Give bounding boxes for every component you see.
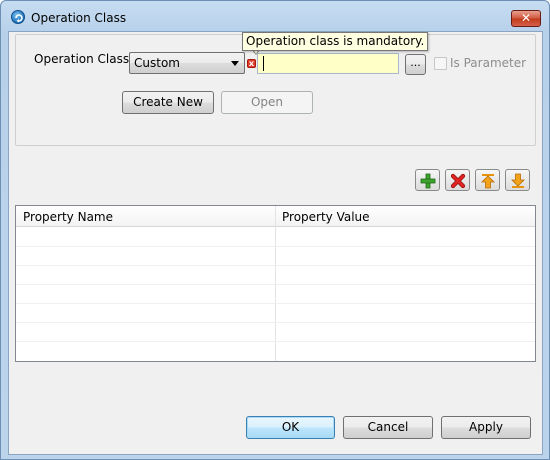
create-new-button[interactable]: Create New <box>122 91 214 114</box>
apply-button[interactable]: Apply <box>441 416 531 439</box>
error-icon: x <box>247 59 256 68</box>
chevron-down-icon <box>231 61 239 66</box>
operation-class-input[interactable] <box>257 53 399 74</box>
move-up-icon <box>481 174 495 189</box>
window-title: Operation Class <box>31 11 127 25</box>
operation-class-label: Operation Class <box>34 52 130 66</box>
column-header-property-name[interactable]: Property Name <box>23 210 113 224</box>
is-parameter-checkbox[interactable] <box>434 57 447 70</box>
title-bar[interactable]: Operation Class ✕ <box>1 1 549 31</box>
move-down-button[interactable] <box>505 169 530 191</box>
table-row <box>16 322 535 323</box>
delete-property-button[interactable] <box>445 169 470 191</box>
table-row <box>16 341 535 342</box>
table-row <box>16 265 535 266</box>
add-property-button[interactable] <box>415 169 440 191</box>
dialog-body: Operation Class Custom x ... Is Paramete… <box>8 31 543 455</box>
properties-table[interactable]: Property Name Property Value <box>15 205 536 362</box>
add-icon <box>420 173 436 189</box>
column-header-property-value[interactable]: Property Value <box>282 210 370 224</box>
cancel-button[interactable]: Cancel <box>343 416 433 439</box>
class-type-select[interactable]: Custom <box>129 52 245 74</box>
class-type-value: Custom <box>134 56 180 70</box>
table-row <box>16 303 535 304</box>
validation-tooltip: Operation class is mandatory. <box>242 32 429 51</box>
ok-button[interactable]: OK <box>246 416 335 439</box>
operation-class-group: Operation Class Custom x ... Is Paramete… <box>15 32 536 146</box>
dialog-window: Operation Class ✕ Operation Class Custom… <box>0 0 550 460</box>
close-button[interactable]: ✕ <box>511 10 541 27</box>
browse-button[interactable]: ... <box>405 54 426 75</box>
delete-icon <box>450 173 466 189</box>
open-button[interactable]: Open <box>221 91 313 114</box>
is-parameter-label: Is Parameter <box>450 56 527 70</box>
table-row <box>16 246 535 247</box>
move-down-icon <box>511 173 525 188</box>
text-caret <box>263 56 264 71</box>
table-row <box>16 284 535 285</box>
app-icon <box>11 10 25 24</box>
move-up-button[interactable] <box>475 169 500 191</box>
